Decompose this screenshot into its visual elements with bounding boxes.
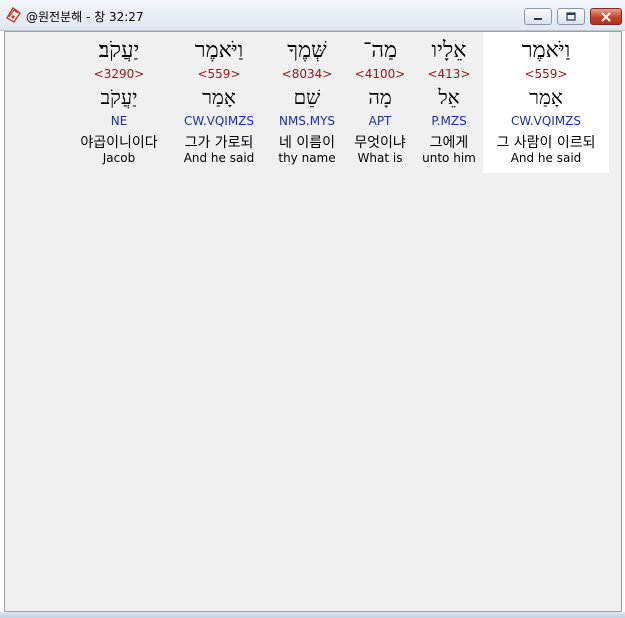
maximize-button[interactable] xyxy=(557,8,585,25)
hebrew-lemma: שֵׁם xyxy=(293,85,321,109)
strong-number: <3290> xyxy=(93,67,145,81)
korean-gloss: 그에게 xyxy=(429,135,469,151)
english-gloss: And he said xyxy=(183,151,255,165)
english-gloss: Jacob xyxy=(102,151,136,165)
strong-number: <8034> xyxy=(281,67,333,81)
maximize-icon xyxy=(566,11,576,21)
minimize-icon xyxy=(534,17,542,20)
minimize-button[interactable] xyxy=(524,8,552,25)
korean-gloss: 야곱이니이다 xyxy=(80,135,158,151)
parsing-code: NMS.MYS xyxy=(278,114,336,128)
close-button[interactable] xyxy=(590,8,622,25)
hebrew-lemma: יַעֲקֹב xyxy=(100,85,138,109)
strong-number: <559> xyxy=(524,67,568,81)
hebrew-word: וַיֹּאמֶר xyxy=(194,38,244,63)
title-bar[interactable]: @원전분해 - 창 32:27 xyxy=(0,0,625,31)
parsing-code: CW.VQIMZS xyxy=(510,114,582,128)
hebrew-word: שְּׁמֶךָ xyxy=(287,38,327,63)
interlinear-panel: וַיֹּאמֶר <559> אָמַר CW.VQIMZS 그 사람이 이르… xyxy=(4,31,622,612)
close-icon xyxy=(601,11,611,22)
word-column[interactable]: וַיֹּאמֶר <559> אָמַר CW.VQIMZS 그가 가로되 A… xyxy=(175,32,263,173)
word-column[interactable]: וַיֹּאמֶר <559> אָמַר CW.VQIMZS 그 사람이 이르… xyxy=(483,32,609,173)
word-column[interactable]: שְּׁמֶךָ <8034> שֵׁם NMS.MYS 네 이름이 thy n… xyxy=(269,32,345,173)
hebrew-lemma: אָמַר xyxy=(529,85,563,109)
english-gloss: thy name xyxy=(278,151,336,165)
parsing-code: P.MZS xyxy=(431,114,467,128)
strong-number: <413> xyxy=(427,67,471,81)
window-bottom-border xyxy=(0,612,625,618)
korean-gloss: 그 사람이 이르되 xyxy=(496,135,596,151)
parsing-code: NE xyxy=(110,114,128,128)
hebrew-word: וַיֹּאמֶר xyxy=(521,38,571,63)
korean-gloss: 무엇이냐 xyxy=(354,135,406,151)
strong-number: <559> xyxy=(197,67,241,81)
strong-number: <4100> xyxy=(354,67,406,81)
english-gloss: And he said xyxy=(510,151,582,165)
hebrew-lemma: מָה xyxy=(368,85,392,109)
window-title: @원전분해 - 창 32:27 xyxy=(26,10,144,24)
hebrew-word: אֵלָיו xyxy=(431,38,467,63)
hebrew-lemma: אָמַר xyxy=(202,85,236,109)
hebrew-word: מַה־ xyxy=(362,38,398,63)
word-column[interactable]: אֵלָיו <413> אֵל P.MZS 그에게 unto him xyxy=(415,32,483,173)
app-window: @원전분해 - 창 32:27 וַיֹּאמֶר <559> אָמַר CW… xyxy=(0,0,625,618)
word-column[interactable]: מַה־ <4100> מָה APT 무엇이냐 What is xyxy=(345,32,415,173)
word-column[interactable]: יַעֲקֹב׃ <3290> יַעֲקֹב NE 야곱이니이다 Jacob xyxy=(71,32,167,173)
english-gloss: unto him xyxy=(422,151,476,165)
hebrew-word: יַעֲקֹב׃ xyxy=(98,38,140,63)
korean-gloss: 그가 가로되 xyxy=(184,135,254,151)
parsing-code: APT xyxy=(368,114,392,128)
english-gloss: What is xyxy=(357,151,403,165)
parsing-code: CW.VQIMZS xyxy=(183,114,255,128)
app-logo-icon xyxy=(4,6,22,24)
korean-gloss: 네 이름이 xyxy=(279,135,335,151)
hebrew-lemma: אֵל xyxy=(438,85,460,109)
